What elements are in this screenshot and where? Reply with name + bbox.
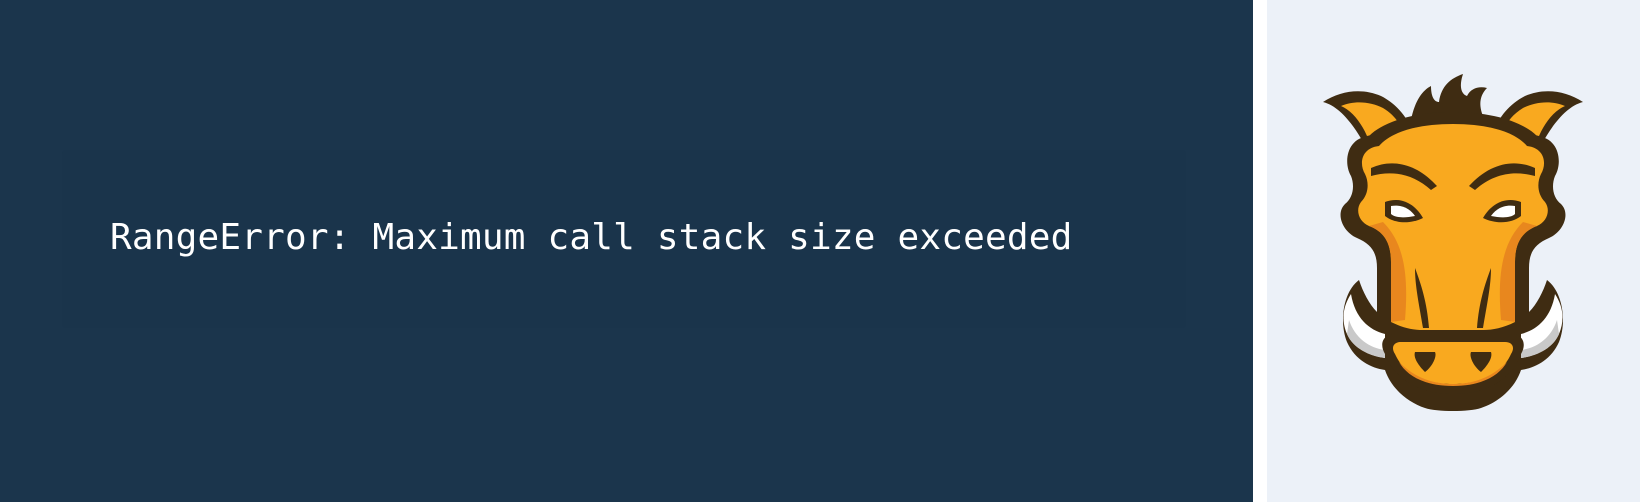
error-panel: RangeError: Maximum call stack size exce… <box>0 0 1253 502</box>
screen: RangeError: Maximum call stack size exce… <box>0 0 1640 502</box>
logo-panel <box>1267 0 1640 502</box>
grunt-boar-logo-icon <box>1323 74 1583 411</box>
panel-divider <box>1253 0 1267 502</box>
error-message: RangeError: Maximum call stack size exce… <box>110 217 1073 258</box>
